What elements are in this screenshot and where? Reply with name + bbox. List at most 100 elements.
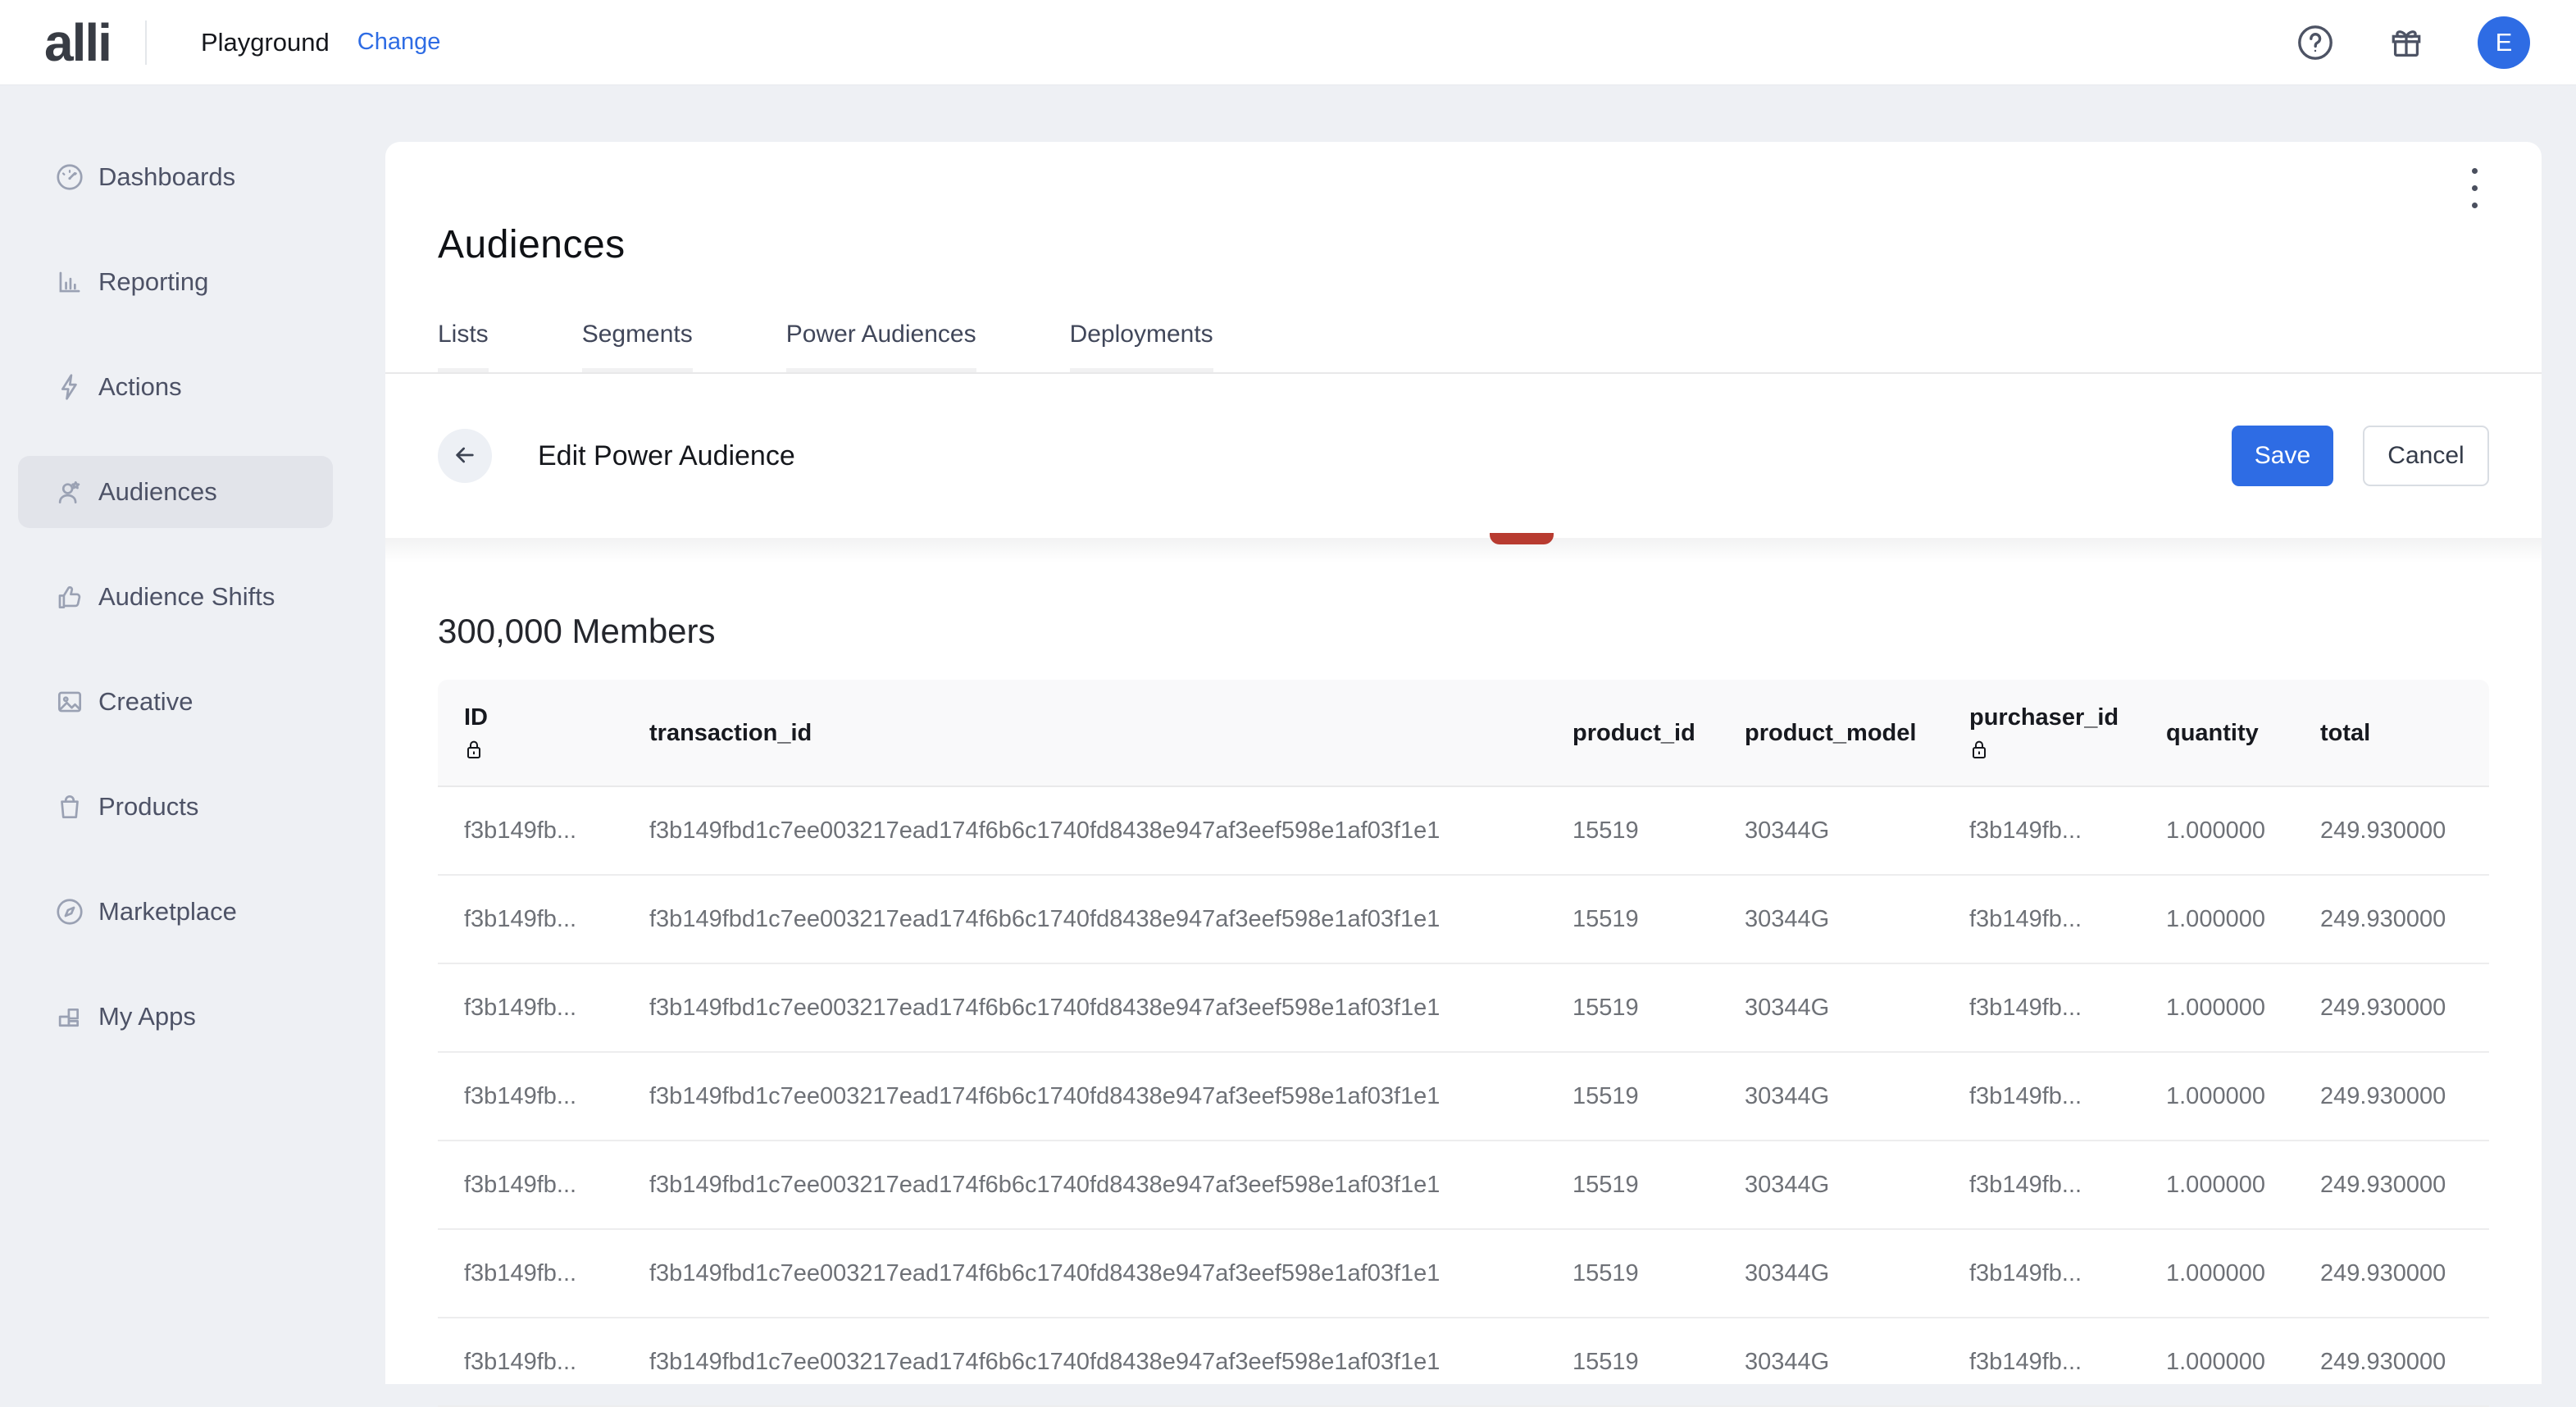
table-cell: 30344G bbox=[1718, 786, 1943, 875]
save-button[interactable]: Save bbox=[2232, 426, 2333, 486]
tab-power-audiences[interactable]: Power Audiences bbox=[786, 321, 976, 372]
lock-icon bbox=[464, 738, 622, 763]
table-cell: 15519 bbox=[1546, 1141, 1718, 1229]
help-button[interactable] bbox=[2296, 23, 2335, 62]
sidebar: Dashboards Reporting Actions Audiences Audie… bbox=[0, 85, 385, 1086]
column-label: quantity bbox=[2166, 719, 2293, 747]
sidebar-item-creative[interactable]: Creative bbox=[18, 666, 333, 738]
table-cell: f3b149fb... bbox=[1943, 1141, 2140, 1229]
column-label: transaction_id bbox=[649, 719, 1545, 747]
tab-lists[interactable]: Lists bbox=[438, 321, 489, 372]
sidebar-item-audience-shifts[interactable]: Audience Shifts bbox=[18, 561, 333, 633]
sidebar-item-label: Marketplace bbox=[98, 897, 237, 927]
tab-bar: Lists Segments Power Audiences Deployments bbox=[438, 321, 2489, 372]
cancel-button[interactable]: Cancel bbox=[2363, 426, 2489, 486]
table-row: f3b149fb... f3b149fbd1c7ee003217ead174f6b… bbox=[438, 1052, 2489, 1141]
app-logo: alli bbox=[44, 16, 111, 69]
table-cell: f3b149fbd1c7ee003217ead174f6b6c1740fd843… bbox=[623, 1052, 1546, 1141]
sidebar-item-actions[interactable]: Actions bbox=[18, 351, 333, 423]
table-row: f3b149fb...f3b149fbd1c7ee003217ead174f6b… bbox=[438, 1229, 2489, 1318]
table-cell: f3b149fb... bbox=[438, 875, 623, 963]
table-cell: 1.000000 bbox=[2140, 1318, 2294, 1406]
table-cell: 1.000000 bbox=[2140, 1052, 2294, 1141]
table-cell: 15519 bbox=[1546, 875, 1718, 963]
question-circle-icon bbox=[2296, 23, 2335, 62]
table-cell: 249.930000 bbox=[2294, 1229, 2489, 1318]
table-cell: f3b149fb... bbox=[1943, 1052, 2140, 1141]
toolbar-title: Edit Power Audience bbox=[538, 440, 795, 472]
change-workspace-link[interactable]: Change bbox=[357, 29, 441, 56]
table-cell: f3b149fbd1c7ee003217ead174f6b6c1740fd843… bbox=[623, 875, 1546, 963]
table-cell: 249.930000 bbox=[2294, 1052, 2489, 1141]
table-cell: f3b149fb... bbox=[1943, 1229, 2140, 1318]
table-cell: 15519 bbox=[1546, 963, 1718, 1052]
table-cell: 1.000000 bbox=[2140, 1229, 2294, 1318]
table-cell: f3b149fb... bbox=[1943, 786, 2140, 875]
sidebar-item-audiences[interactable]: Audiences bbox=[18, 456, 333, 528]
column-header-transaction-id: transaction_id bbox=[623, 680, 1546, 786]
table-cell: f3b149fb... bbox=[1943, 875, 2140, 963]
gauge-icon bbox=[54, 162, 85, 193]
sidebar-item-label: Products bbox=[98, 792, 198, 822]
table-cell: 1.000000 bbox=[2140, 963, 2294, 1052]
table-cell: f3b149fb... bbox=[1943, 963, 2140, 1052]
table-cell: 1.000000 bbox=[2140, 786, 2294, 875]
kebab-menu-button[interactable] bbox=[2462, 158, 2487, 218]
bar-chart-icon bbox=[54, 266, 85, 298]
table-cell: f3b149fbd1c7ee003217ead174f6b6c1740fd843… bbox=[623, 786, 1546, 875]
toolbar-shadow bbox=[385, 538, 2542, 562]
sidebar-item-label: Reporting bbox=[98, 267, 208, 297]
sidebar-item-label: Dashboards bbox=[98, 162, 235, 192]
members-section: 300,000 Members ID transaction_id product_… bbox=[385, 612, 2542, 1407]
table-cell: 249.930000 bbox=[2294, 875, 2489, 963]
table-cell: f3b149fb... bbox=[438, 1141, 623, 1229]
blocks-icon bbox=[54, 1001, 85, 1032]
table-row: f3b149fb... f3b149fbd1c7ee003217ead174f6b… bbox=[438, 786, 2489, 875]
top-bar: alli Playground Change E bbox=[0, 0, 2576, 85]
table-row: f3b149fb...f3b149fbd1c7ee003217ead174f6b… bbox=[438, 1141, 2489, 1229]
tab-segments[interactable]: Segments bbox=[582, 321, 693, 372]
table-cell: f3b149fb... bbox=[438, 1318, 623, 1406]
card-header: Audiences Lists Segments Power Audiences De… bbox=[385, 142, 2542, 372]
table-cell: f3b149fbd1c7ee003217ead174f6b6c1740fd843… bbox=[623, 1229, 1546, 1318]
sidebar-item-marketplace[interactable]: Marketplace bbox=[18, 876, 333, 948]
column-header-quantity: quantity bbox=[2140, 680, 2294, 786]
column-label: total bbox=[2320, 719, 2488, 747]
table-cell: 1.000000 bbox=[2140, 875, 2294, 963]
sidebar-item-label: Audience Shifts bbox=[98, 582, 275, 612]
sidebar-item-reporting[interactable]: Reporting bbox=[18, 246, 333, 318]
audiences-panel: Audiences Lists Segments Power Audiences De… bbox=[385, 142, 2542, 1384]
sidebar-item-my-apps[interactable]: My Apps bbox=[18, 981, 333, 1053]
column-header-product-model: product_model bbox=[1718, 680, 1943, 786]
table-cell: f3b149fb... bbox=[438, 1229, 623, 1318]
members-heading: 300,000 Members bbox=[438, 612, 2489, 651]
kebab-icon bbox=[2472, 168, 2478, 174]
column-label: product_id bbox=[1572, 719, 1718, 747]
table-header-row: IDtransaction_idproduct_idproduct_modelp… bbox=[438, 680, 2489, 786]
page-title: Audiences bbox=[438, 222, 2489, 268]
tab-deployments[interactable]: Deployments bbox=[1070, 321, 1213, 372]
thumbs-up-icon bbox=[54, 581, 85, 612]
table-cell: f3b149fbd1c7ee003217ead174f6b6c1740fd843… bbox=[623, 1318, 1546, 1406]
column-header-product-id: product_id bbox=[1546, 680, 1718, 786]
table-cell: 15519 bbox=[1546, 1052, 1718, 1141]
arrow-left-icon bbox=[452, 442, 478, 471]
table-cell: 249.930000 bbox=[2294, 786, 2489, 875]
lock-icon bbox=[1969, 738, 2139, 763]
table-cell: f3b149fbd1c7ee003217ead174f6b6c1740fd843… bbox=[623, 963, 1546, 1052]
table-cell: 249.930000 bbox=[2294, 1318, 2489, 1406]
shopping-bag-icon bbox=[54, 791, 85, 822]
column-header-id: ID bbox=[438, 680, 623, 786]
table-cell: 30344G bbox=[1718, 1141, 1943, 1229]
table-cell: 30344G bbox=[1718, 1229, 1943, 1318]
table-row: f3b149fb...f3b149fbd1c7ee003217ead174f6b… bbox=[438, 1318, 2489, 1406]
sidebar-item-products[interactable]: Products bbox=[18, 771, 333, 843]
members-table: IDtransaction_idproduct_idproduct_modelp… bbox=[438, 680, 2489, 1407]
gift-button[interactable] bbox=[2387, 24, 2425, 61]
people-icon bbox=[54, 476, 85, 508]
topbar-actions: E bbox=[2296, 16, 2530, 69]
back-button[interactable] bbox=[438, 429, 492, 483]
sidebar-item-dashboards[interactable]: Dashboards bbox=[18, 141, 333, 213]
avatar[interactable]: E bbox=[2478, 16, 2530, 69]
table-cell: 30344G bbox=[1718, 875, 1943, 963]
